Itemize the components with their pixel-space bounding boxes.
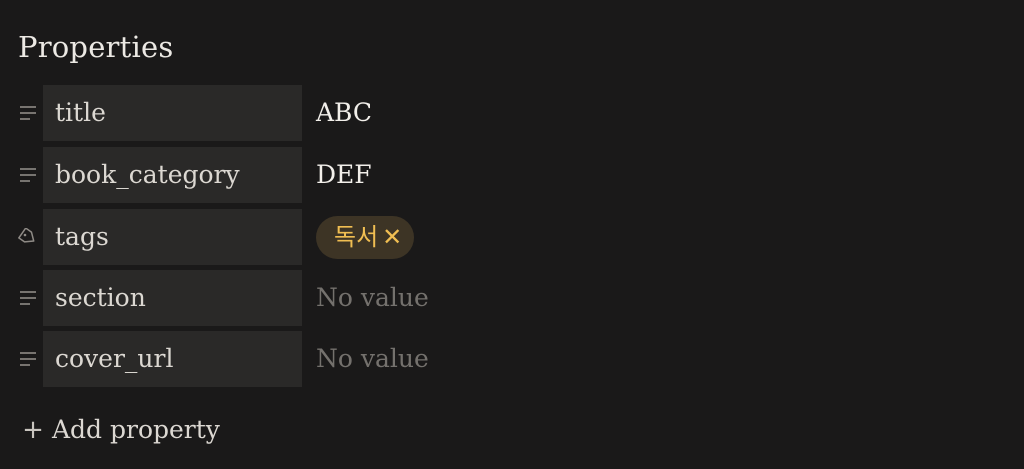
text-lines-icon[interactable]	[18, 166, 40, 184]
property-row-cover-url: cover_url No value	[16, 331, 576, 387]
property-value-title[interactable]: ABC	[316, 85, 372, 141]
properties-panel: Properties title ABC book_category DEF t…	[0, 0, 1024, 469]
property-key-tags[interactable]: tags	[43, 209, 302, 265]
property-row-tags: tags 독서 ✕	[16, 209, 576, 265]
property-key-title[interactable]: title	[43, 85, 302, 141]
property-row-title: title ABC	[16, 85, 576, 141]
tag-label: 독서	[334, 223, 379, 251]
tag-icon[interactable]	[18, 227, 40, 246]
text-lines-icon[interactable]	[18, 289, 40, 307]
property-value-book-category[interactable]: DEF	[316, 147, 372, 203]
property-key-section[interactable]: section	[43, 270, 302, 326]
tag-remove-icon[interactable]: ✕	[382, 216, 402, 259]
tag-pill[interactable]: 독서 ✕	[316, 216, 415, 259]
property-key-book-category[interactable]: book_category	[43, 147, 302, 203]
property-value-cover-url[interactable]: No value	[316, 331, 429, 387]
properties-heading: Properties	[18, 30, 174, 64]
property-row-section: section No value	[16, 270, 576, 326]
plus-icon: +	[22, 415, 44, 445]
add-property-button[interactable]: + Add property	[22, 410, 220, 450]
property-row-book-category: book_category DEF	[16, 147, 576, 203]
property-key-cover-url[interactable]: cover_url	[43, 331, 302, 387]
text-lines-icon[interactable]	[18, 104, 40, 122]
text-lines-icon[interactable]	[18, 350, 40, 368]
property-value-section[interactable]: No value	[316, 270, 429, 326]
add-property-label: Add property	[52, 415, 220, 444]
